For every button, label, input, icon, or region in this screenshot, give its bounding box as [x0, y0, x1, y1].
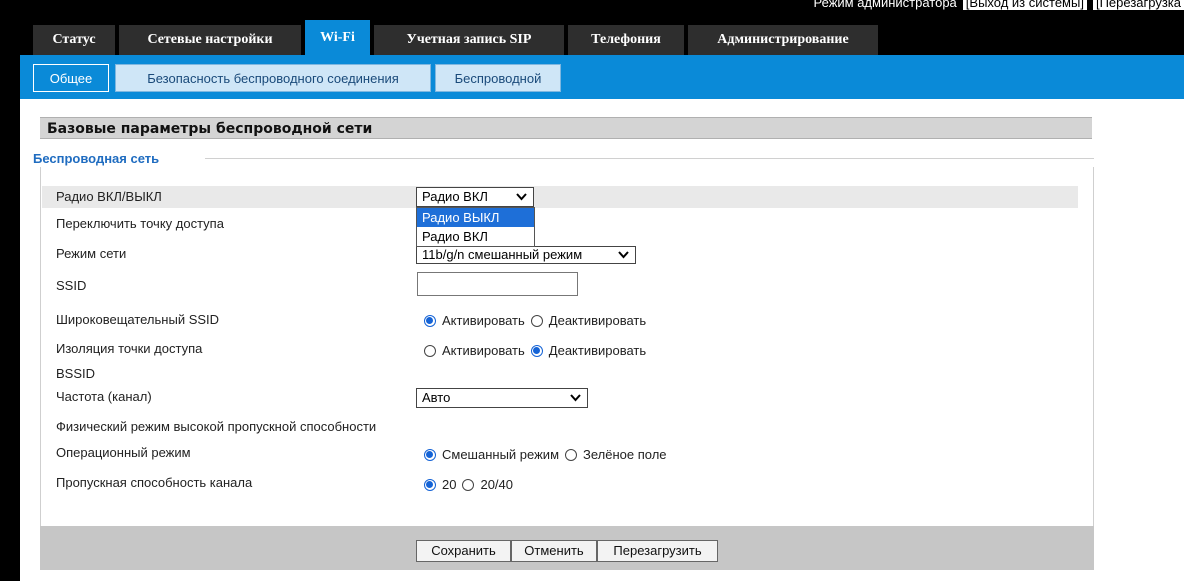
isolation-disable-radio[interactable]	[530, 344, 543, 357]
radio-dropdown-list: Радио ВЫКЛ Радио ВКЛ	[416, 207, 535, 247]
chevron-down-icon	[516, 193, 527, 201]
ht-phy-label: Физический режим высокой пропускной спос…	[56, 419, 377, 434]
broadcast-ssid-label: Широковещательный SSID	[56, 312, 220, 327]
tab-status[interactable]: Статус	[33, 25, 115, 55]
tab-telephony[interactable]: Телефония	[568, 25, 684, 55]
chevron-down-icon	[618, 251, 629, 259]
channel-label: Частота (канал)	[56, 389, 152, 404]
ssid-input[interactable]	[417, 272, 578, 296]
net-mode-label: Режим сети	[56, 246, 127, 261]
bandwidth-2040-label: 20/40	[480, 477, 514, 492]
bssid-label: BSSID	[56, 366, 96, 381]
op-greenfield-label: Зелёное поле	[583, 447, 667, 462]
legend-line	[205, 158, 1094, 159]
isolation-disable-label: Деактивировать	[548, 343, 647, 358]
radio-select-value: Радио ВКЛ	[422, 189, 488, 204]
op-greenfield-radio[interactable]	[565, 448, 577, 461]
radio-label: Радио ВКЛ/ВЫКЛ	[56, 189, 162, 204]
tab-network-settings[interactable]: Сетевые настройки	[119, 25, 301, 55]
op-mixed-radio[interactable]	[424, 448, 436, 461]
ap-isolation-radios: Активировать Деактивировать	[424, 343, 652, 358]
main-panel: Статус Сетевые настройки Wi-Fi Учетная з…	[20, 20, 1184, 581]
save-button[interactable]: Сохранить	[416, 540, 511, 562]
row-highlight	[42, 186, 1078, 208]
reboot-link[interactable]: [Перезагрузка	[1092, 0, 1184, 10]
channel-select[interactable]: Авто	[416, 388, 588, 408]
cancel-button[interactable]: Отменить	[511, 540, 597, 562]
ssid-label: SSID	[56, 278, 87, 293]
chevron-down-icon	[570, 394, 581, 402]
tab-sip-account[interactable]: Учетная запись SIP	[374, 25, 564, 55]
reboot-button[interactable]: Перезагрузить	[597, 540, 718, 562]
channel-value: Авто	[422, 390, 451, 405]
subtab-wireless[interactable]: Беспроводной	[435, 64, 561, 92]
sub-tabs: Общее Безопасность беспроводного соедине…	[20, 55, 1184, 99]
bandwidth-label: Пропускная способность канала	[56, 475, 253, 490]
broadcast-ssid-radios: Активировать Деактивировать	[424, 313, 652, 328]
subtab-wireless-security[interactable]: Безопасность беспроводного соединения	[115, 64, 431, 92]
ap-isolation-label: Изоляция точки доступа	[56, 341, 203, 356]
top-links: Режим администратора [Выход из системы] [П…	[814, 0, 1184, 10]
bandwidth-radios: 20 20/40	[424, 477, 519, 492]
broadcast-enable-radio[interactable]	[424, 314, 436, 327]
net-mode-select[interactable]: 11b/g/n смешанный режим	[416, 246, 636, 264]
net-mode-value: 11b/g/n смешанный режим	[422, 247, 583, 262]
fieldset-legend: Беспроводная сеть	[33, 151, 160, 166]
tab-wifi[interactable]: Wi-Fi	[305, 20, 370, 55]
logout-link[interactable]: [Выход из системы]	[962, 0, 1087, 10]
bandwidth-20-radio[interactable]	[424, 478, 436, 491]
op-mixed-label: Смешанный режим	[442, 447, 559, 462]
radio-select[interactable]: Радио ВКЛ	[416, 187, 534, 207]
bandwidth-2040-radio[interactable]	[462, 478, 475, 491]
radio-option-off[interactable]: Радио ВЫКЛ	[417, 208, 534, 227]
op-mode-radios: Смешанный режим Зелёное поле	[424, 447, 673, 462]
op-mode-label: Операционный режим	[56, 445, 191, 460]
broadcast-enable-label: Активировать	[442, 313, 525, 328]
subtab-general[interactable]: Общее	[33, 64, 109, 92]
bandwidth-20-label: 20	[442, 477, 457, 492]
admin-mode-label: Режим администратора	[813, 0, 957, 10]
section-title: Базовые параметры беспроводной сети	[40, 117, 1092, 139]
ap-switch-label: Переключить точку доступа	[56, 216, 224, 231]
isolation-enable-radio[interactable]	[424, 344, 436, 357]
radio-option-on[interactable]: Радио ВКЛ	[417, 227, 534, 246]
broadcast-disable-label: Деактивировать	[548, 313, 647, 328]
isolation-enable-label: Активировать	[442, 343, 525, 358]
top-bar: Режим администратора [Выход из системы] [П…	[0, 0, 1184, 20]
main-tabs: Статус Сетевые настройки Wi-Fi Учетная з…	[20, 20, 1184, 55]
broadcast-disable-radio[interactable]	[530, 314, 543, 327]
tab-administration[interactable]: Администрирование	[688, 25, 878, 55]
